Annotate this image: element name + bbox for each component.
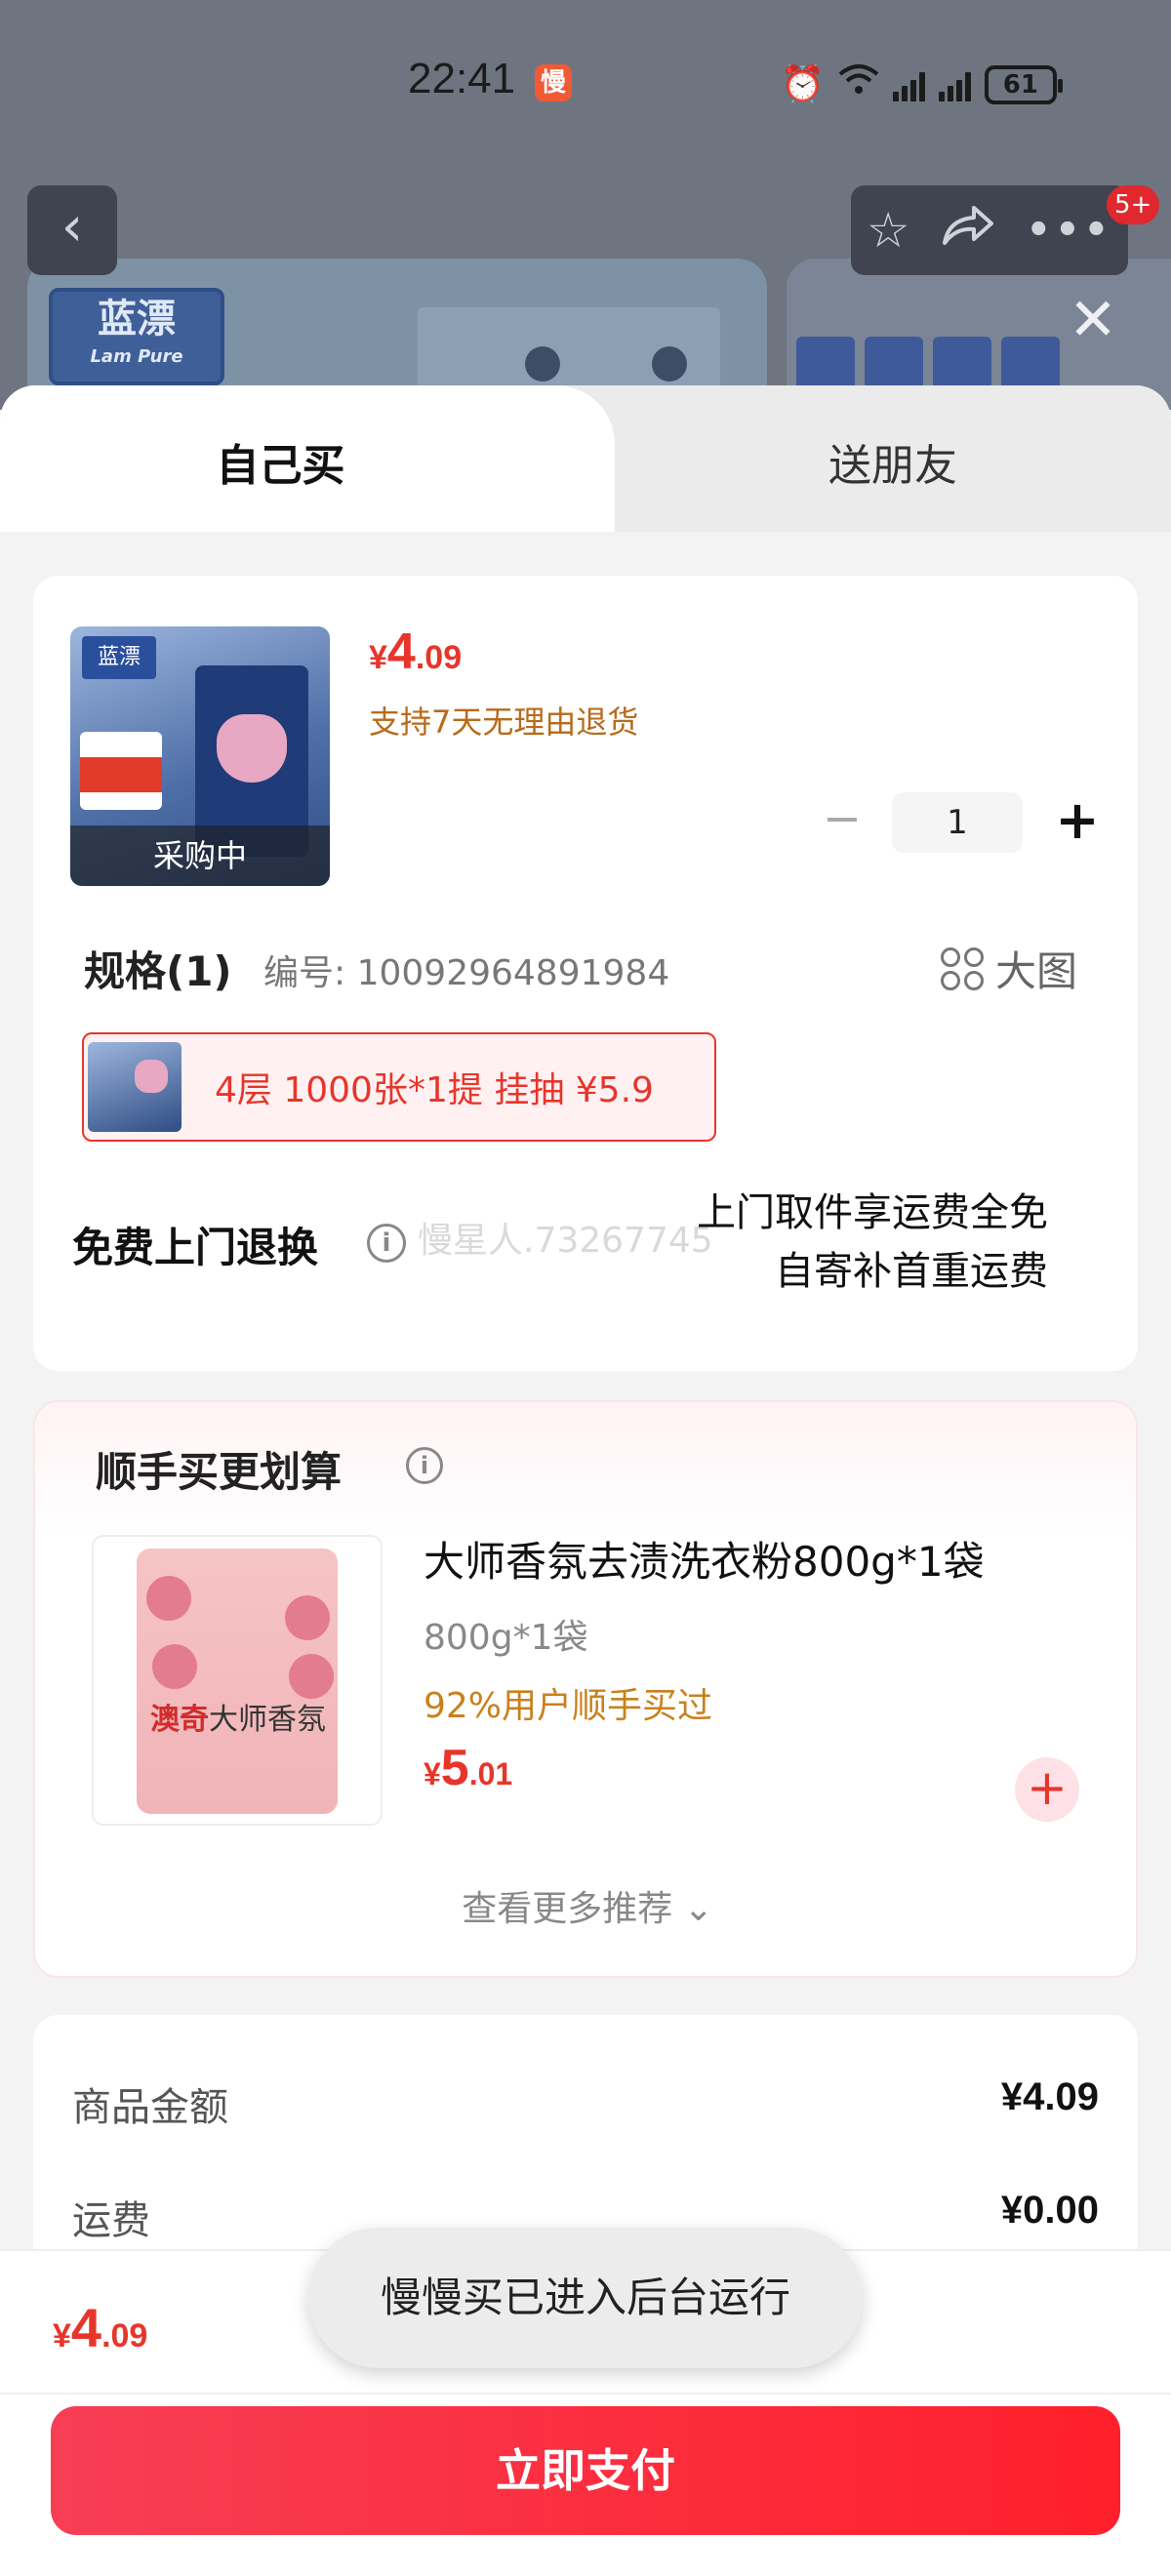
brand-logo: 蓝漂 Lam Pure [49, 288, 224, 385]
summary-row-goods: 商品金额 ¥4.09 [72, 2075, 1099, 2132]
recommend-item-price: ¥5.01 [424, 1740, 513, 1796]
summary-value: ¥4.09 [1000, 2075, 1099, 2118]
purchasing-overlay: 采购中 [70, 825, 330, 886]
info-icon[interactable]: i [406, 1447, 443, 1484]
recommend-item-bought: 92%用户顺手买过 [424, 1686, 713, 1726]
recommend-item-image[interactable]: 澳奇 大师香氛 [92, 1535, 383, 1826]
product-code: 编号: 10092964891984 [263, 953, 670, 993]
tab-label: 送朋友 [828, 441, 957, 491]
wifi-icon [838, 62, 879, 106]
divider [0, 2393, 1171, 2395]
product-card: 蓝漂 采购中 ¥4.09 支持7天无理由退货 − 1 + 规格(1) 编号: 1… [33, 576, 1138, 1371]
big-image-label: 大图 [995, 947, 1078, 995]
tab-label: 自己买 [216, 441, 345, 491]
quantity-increase-button[interactable]: + [1052, 792, 1103, 851]
free-return-label: 免费上门退换 [72, 1224, 319, 1271]
notification-badge: 5+ [1107, 185, 1160, 224]
return-self-send-text: 自寄补首重运费 [775, 1249, 1048, 1294]
add-item-button[interactable]: + [1015, 1757, 1079, 1822]
close-icon[interactable]: ✕ [1064, 291, 1122, 349]
summary-label: 运费 [72, 2198, 150, 2243]
alarm-icon: ⏰ [781, 63, 825, 104]
status-bar: 22:41 慢 ⏰ 61 [0, 0, 1171, 176]
recommend-item-name[interactable]: 大师香氛去渍洗衣粉800g*1袋 [424, 1529, 985, 1589]
back-button[interactable]: ‹ [27, 185, 117, 275]
top-action-group: ☆ ••• [851, 185, 1128, 275]
recommend-card: 顺手买更划算 i 澳奇 大师香氛 大师香氛去渍洗衣粉800g*1袋 800g*1… [33, 1400, 1138, 1978]
product-price: ¥4.09 [369, 624, 463, 680]
spec-thumbnail [88, 1042, 182, 1132]
watermark: 慢星人.73267745 [418, 1221, 713, 1261]
pay-now-button[interactable]: 立即支付 [51, 2406, 1120, 2535]
big-image-button[interactable]: 大图 [941, 939, 1077, 998]
signal-icon-sim1 [892, 68, 925, 101]
info-icon[interactable]: i [367, 1224, 406, 1263]
status-icons: ⏰ 61 [781, 62, 1063, 106]
total-price: ¥4.09 [53, 2297, 148, 2358]
tab-gift-friend[interactable]: 送朋友 [615, 385, 1171, 532]
favorite-star-icon[interactable]: ☆ [867, 202, 910, 259]
quantity-decrease-button[interactable]: − [820, 795, 865, 843]
spec-option-selected[interactable]: 4层 1000张*1提 挂抽 ¥5.9 [82, 1032, 716, 1142]
tab-buy-self[interactable]: 自己买 [0, 385, 615, 532]
quantity-input[interactable]: 1 [892, 792, 1023, 853]
share-icon[interactable] [941, 202, 995, 259]
more-icon[interactable]: ••• [1027, 208, 1113, 253]
product-image[interactable]: 蓝漂 采购中 [70, 626, 330, 886]
spec-title: 规格(1) [84, 947, 232, 995]
purchase-tabs: 送朋友 自己买 [0, 385, 1171, 532]
return-pickup-text: 上门取件享运费全免 [697, 1190, 1048, 1235]
signal-icon-sim2 [938, 68, 971, 101]
background-running-toast: 慢慢买已进入后台运行 [308, 2228, 863, 2368]
battery-icon: 61 [984, 64, 1063, 104]
app-notification-icon: 慢 [535, 64, 572, 101]
recommend-item-spec: 800g*1袋 [424, 1618, 588, 1658]
summary-value: ¥0.00 [1000, 2189, 1099, 2232]
spec-option-label: 4层 1000张*1提 挂抽 ¥5.9 [215, 1070, 654, 1110]
more-recommend-link[interactable]: 查看更多推荐 ⌄ [35, 1880, 1140, 1931]
summary-label: 商品金额 [72, 2085, 228, 2130]
status-time: 22:41 [408, 55, 516, 102]
grid-icon [941, 946, 984, 990]
return-policy-text: 支持7天无理由退货 [369, 704, 639, 741]
recommend-title: 顺手买更划算 [96, 1448, 343, 1496]
